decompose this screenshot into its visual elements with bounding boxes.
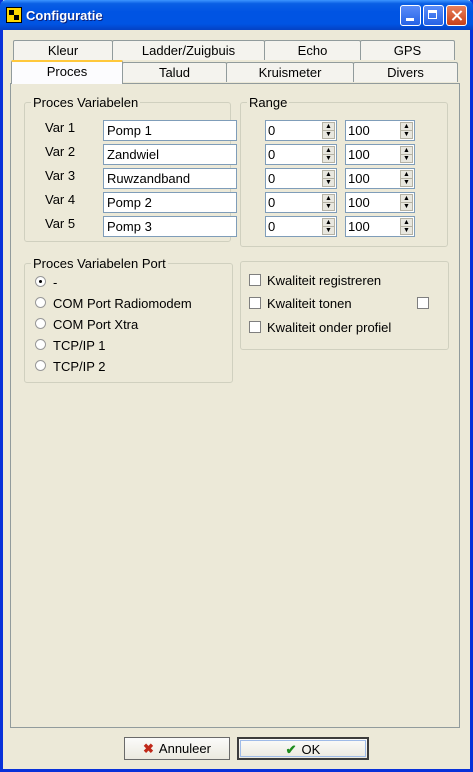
range-min-spinner[interactable]: 0 ▲ ▼ (265, 144, 337, 165)
radio-icon[interactable] (35, 360, 46, 371)
radio-icon[interactable] (35, 297, 46, 308)
checkbox-icon[interactable] (249, 297, 261, 309)
kwaliteit-tonen-extra-checkbox[interactable] (417, 297, 429, 309)
spin-down-icon[interactable]: ▼ (322, 154, 335, 163)
var-label: Var 4 (45, 192, 76, 207)
port-group: Proces Variabelen Port - COM Port Radiom… (24, 256, 233, 383)
range-max-spinner[interactable]: 100 ▲ ▼ (345, 216, 415, 237)
var-label: Var 2 (45, 144, 76, 159)
app-icon (6, 7, 22, 23)
close-button[interactable] (446, 5, 467, 26)
range-max-value: 100 (348, 219, 370, 234)
proces-variabelen-group: Proces Variabelen Var 1 Var 2 Var 3 Var … (24, 95, 237, 242)
tab-kruismeter[interactable]: Kruismeter (226, 62, 354, 82)
tab-divers[interactable]: Divers (353, 62, 458, 82)
spin-down-icon[interactable]: ▼ (322, 226, 335, 235)
range-min-spinner[interactable]: 0 ▲ ▼ (265, 216, 337, 237)
range-min-value: 0 (268, 195, 276, 210)
range-max-spinner[interactable]: 100 ▲ ▼ (345, 168, 415, 189)
title-bar[interactable]: Configuratie (0, 0, 473, 30)
check-label: Kwaliteit onder profiel (267, 320, 392, 335)
var-label: Var 3 (45, 168, 76, 183)
x-icon: ✖ (143, 741, 154, 756)
range-min-value: 0 (268, 123, 276, 138)
var5-input[interactable] (103, 216, 237, 237)
range-min-spinner[interactable]: 0 ▲ ▼ (265, 192, 337, 213)
var4-input[interactable] (103, 192, 237, 213)
window-title: Configuratie (26, 8, 103, 23)
minimize-button[interactable] (400, 5, 421, 26)
range-max-value: 100 (348, 195, 370, 210)
checkbox-icon[interactable] (249, 321, 261, 333)
spin-down-icon[interactable]: ▼ (322, 178, 335, 187)
spin-down-icon[interactable]: ▼ (400, 130, 413, 139)
tab-gps[interactable]: GPS (360, 40, 455, 60)
var-label: Var 1 (45, 120, 76, 135)
tab-proces[interactable]: Proces (11, 60, 123, 84)
range-min-value: 0 (268, 147, 276, 162)
spin-down-icon[interactable]: ▼ (322, 202, 335, 211)
port-option-label: COM Port Xtra (53, 317, 139, 332)
checkmark-icon: ✔ (285, 742, 297, 757)
maximize-button[interactable] (423, 5, 444, 26)
var2-input[interactable] (103, 144, 237, 165)
spin-down-icon[interactable]: ▼ (400, 178, 413, 187)
ok-button[interactable]: ✔ OK (237, 737, 369, 760)
check-label: Kwaliteit tonen (267, 296, 352, 311)
port-option-label: TCP/IP 2 (53, 359, 106, 374)
port-option-label: - (53, 275, 58, 290)
spin-down-icon[interactable]: ▼ (400, 226, 413, 235)
range-max-value: 100 (348, 171, 370, 186)
range-min-value: 0 (268, 219, 276, 234)
cancel-button[interactable]: ✖ Annuleer (124, 737, 230, 760)
tab-ladder-zuigbuis[interactable]: Ladder/Zuigbuis (112, 40, 265, 60)
range-max-spinner[interactable]: 100 ▲ ▼ (345, 120, 415, 141)
range-title: Range (247, 95, 290, 110)
cancel-label: Annuleer (158, 741, 211, 756)
tab-kleur[interactable]: Kleur (13, 40, 113, 60)
range-group: Range 0 ▲ ▼ 100 ▲ ▼ 0 ▲ ▼ 100 ▲ ▼ 0 ▲ ▼ … (240, 95, 448, 247)
check-label: Kwaliteit registreren (267, 273, 382, 288)
radio-selected-icon[interactable] (35, 276, 46, 287)
tab-talud[interactable]: Talud (122, 62, 227, 82)
checkbox-icon[interactable] (249, 274, 261, 286)
port-title: Proces Variabelen Port (31, 256, 168, 271)
tab-panel-proces: Proces Variabelen Var 1 Var 2 Var 3 Var … (10, 83, 460, 728)
spin-down-icon[interactable]: ▼ (322, 130, 335, 139)
var-label: Var 5 (45, 216, 76, 231)
port-option-label: COM Port Radiomodem (53, 296, 192, 311)
proces-variabelen-title: Proces Variabelen (31, 95, 141, 110)
radio-icon[interactable] (35, 339, 46, 350)
range-min-spinner[interactable]: 0 ▲ ▼ (265, 168, 337, 189)
ok-label: OK (301, 742, 321, 757)
port-option-label: TCP/IP 1 (53, 338, 106, 353)
range-min-spinner[interactable]: 0 ▲ ▼ (265, 120, 337, 141)
range-min-value: 0 (268, 171, 276, 186)
spin-down-icon[interactable]: ▼ (400, 154, 413, 163)
radio-icon[interactable] (35, 318, 46, 329)
range-max-value: 100 (348, 123, 370, 138)
range-max-spinner[interactable]: 100 ▲ ▼ (345, 144, 415, 165)
tab-echo[interactable]: Echo (264, 40, 361, 60)
kwaliteit-group: Kwaliteit registreren Kwaliteit tonen Kw… (240, 261, 449, 350)
var3-input[interactable] (103, 168, 237, 189)
var1-input[interactable] (103, 120, 237, 141)
range-max-value: 100 (348, 147, 370, 162)
range-max-spinner[interactable]: 100 ▲ ▼ (345, 192, 415, 213)
spin-down-icon[interactable]: ▼ (400, 202, 413, 211)
